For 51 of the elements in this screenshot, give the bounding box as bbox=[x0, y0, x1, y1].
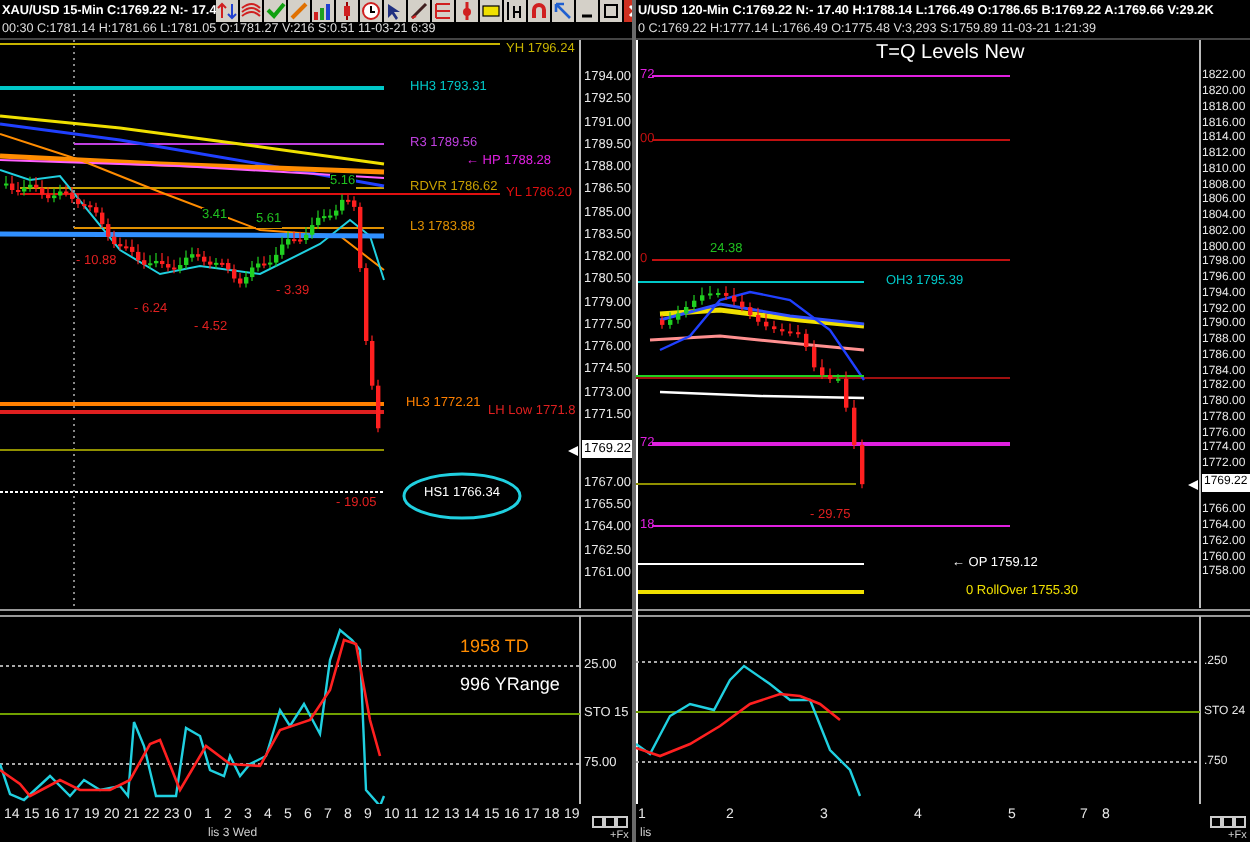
candlestick bbox=[676, 305, 681, 325]
rectangle-icon[interactable] bbox=[480, 0, 503, 22]
fork-icon[interactable] bbox=[432, 0, 455, 22]
study-note: 996 YRange bbox=[460, 674, 560, 697]
pin-icon[interactable] bbox=[456, 0, 479, 22]
maximize-button[interactable] bbox=[600, 0, 623, 22]
candlestick bbox=[836, 373, 841, 384]
candlestick bbox=[844, 370, 849, 413]
candlestick bbox=[788, 322, 793, 337]
circle-annotation bbox=[402, 472, 522, 520]
study-title: T=Q Levels New bbox=[876, 41, 1025, 66]
pointer-icon bbox=[568, 445, 578, 455]
candlestick bbox=[716, 287, 721, 299]
candlestick bbox=[796, 324, 801, 339]
pencil-icon[interactable] bbox=[288, 0, 311, 22]
cursor-icon[interactable] bbox=[384, 0, 407, 22]
candlestick bbox=[684, 300, 689, 319]
window-squares-icon[interactable] bbox=[592, 816, 630, 828]
candlestick bbox=[860, 438, 865, 489]
candlestick bbox=[700, 286, 705, 306]
candlestick bbox=[692, 294, 697, 312]
candlestick bbox=[724, 285, 729, 301]
candlestick bbox=[852, 399, 857, 450]
candle-icon[interactable] bbox=[336, 0, 359, 22]
candlestick bbox=[740, 294, 745, 312]
vertical-bar-icon[interactable] bbox=[504, 0, 527, 22]
candlestick bbox=[780, 322, 785, 336]
window-squares-icon[interactable] bbox=[1210, 816, 1248, 828]
candlestick bbox=[812, 339, 817, 372]
pointer-arrow-icon[interactable] bbox=[552, 0, 575, 22]
candlestick bbox=[772, 320, 777, 334]
candlestick bbox=[660, 314, 665, 330]
candlestick bbox=[764, 313, 769, 331]
arrows-icon[interactable] bbox=[216, 0, 239, 22]
check-icon[interactable] bbox=[264, 0, 287, 22]
candlestick bbox=[804, 328, 809, 352]
candlestick bbox=[756, 307, 761, 327]
minimize-button[interactable] bbox=[576, 0, 599, 22]
wave-lines-icon[interactable] bbox=[240, 0, 263, 22]
candlestick bbox=[708, 285, 713, 300]
bar-chart-icon[interactable] bbox=[312, 0, 335, 22]
pointer-icon bbox=[1188, 479, 1198, 489]
candlestick bbox=[828, 367, 833, 384]
candlestick bbox=[820, 358, 825, 380]
candlestick bbox=[668, 311, 673, 330]
clock-icon[interactable] bbox=[360, 0, 383, 22]
study-note: 1958 TD bbox=[460, 636, 529, 659]
candlestick bbox=[748, 301, 753, 320]
candlestick bbox=[732, 287, 737, 307]
pen-icon[interactable] bbox=[408, 0, 431, 22]
magnet-icon[interactable] bbox=[528, 0, 551, 22]
